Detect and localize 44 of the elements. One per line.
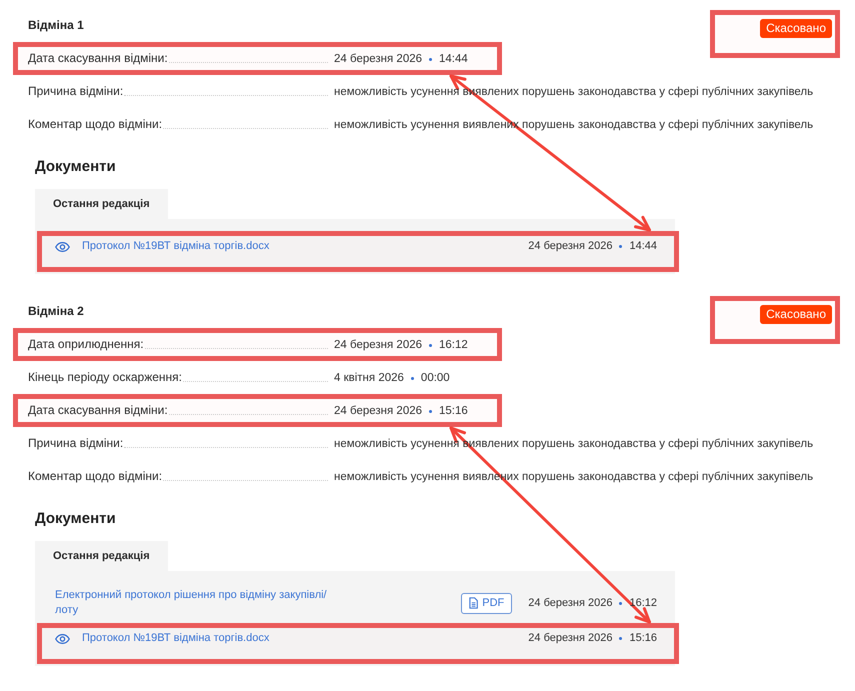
document-icon <box>469 597 478 609</box>
tab[interactable]: Остання редакція <box>35 189 168 219</box>
eye-icon[interactable] <box>55 634 70 644</box>
tab[interactable]: Остання редакція <box>35 541 168 571</box>
date-text: 24 березня 2026 <box>334 52 422 67</box>
document-link[interactable]: Протокол №19ВТ відміна торгів.docx <box>82 631 270 646</box>
field-label: Дата оприлюднення: <box>28 337 144 352</box>
date-text: 24 березня 2026 <box>334 404 422 419</box>
eye-icon[interactable] <box>55 242 70 252</box>
separator-dot-icon <box>429 58 432 61</box>
separator-dot-icon <box>619 245 622 248</box>
field-label: Коментар щодо відміни: <box>28 469 162 484</box>
time-text: 15:16 <box>439 404 468 419</box>
field-label: Причина відміни: <box>28 84 124 99</box>
separator-dot-icon <box>619 637 622 640</box>
date-text: 24 березня 2026 <box>528 596 612 610</box>
separator-dot-icon <box>410 377 414 380</box>
time-text: 16:12 <box>629 596 657 610</box>
time-text: 14:44 <box>439 52 468 67</box>
section-title: Відміна 2 <box>28 303 84 319</box>
separator-dot-icon <box>619 602 622 604</box>
section-title: Відміна 1 <box>28 17 84 33</box>
date-text: 24 березня 2026 <box>528 239 612 254</box>
field-label: Коментар щодо відміни: <box>28 117 162 132</box>
documents-heading: Документи <box>35 157 116 177</box>
document-link[interactable]: Електронний протокол рішення про відміну закупівлі/лоту <box>55 588 347 618</box>
separator-dot-icon <box>429 344 432 347</box>
date-text: 4 квітня 2026 <box>334 371 404 386</box>
field-label: Дата скасування відміни: <box>28 403 168 418</box>
documents-heading: Документи <box>35 509 116 529</box>
status-badge: Скасовано <box>760 19 832 38</box>
time-text: 16:12 <box>439 338 468 353</box>
time-text: 15:16 <box>629 631 657 646</box>
time-text: 14:44 <box>629 239 657 254</box>
pdf-button[interactable]: PDF <box>461 592 512 614</box>
time-text: 00:00 <box>420 371 450 386</box>
field-label: Дата скасування відміни: <box>28 51 168 66</box>
field-label: Кінець періоду оскарження: <box>28 370 182 385</box>
separator-dot-icon <box>429 410 432 413</box>
status-badge: Скасовано <box>760 305 832 324</box>
date-text: 24 березня 2026 <box>334 338 422 353</box>
document-link[interactable]: Протокол №19ВТ відміна торгів.docx <box>82 239 270 254</box>
field-label: Причина відміни: <box>28 436 124 451</box>
date-text: 24 березня 2026 <box>528 631 612 646</box>
